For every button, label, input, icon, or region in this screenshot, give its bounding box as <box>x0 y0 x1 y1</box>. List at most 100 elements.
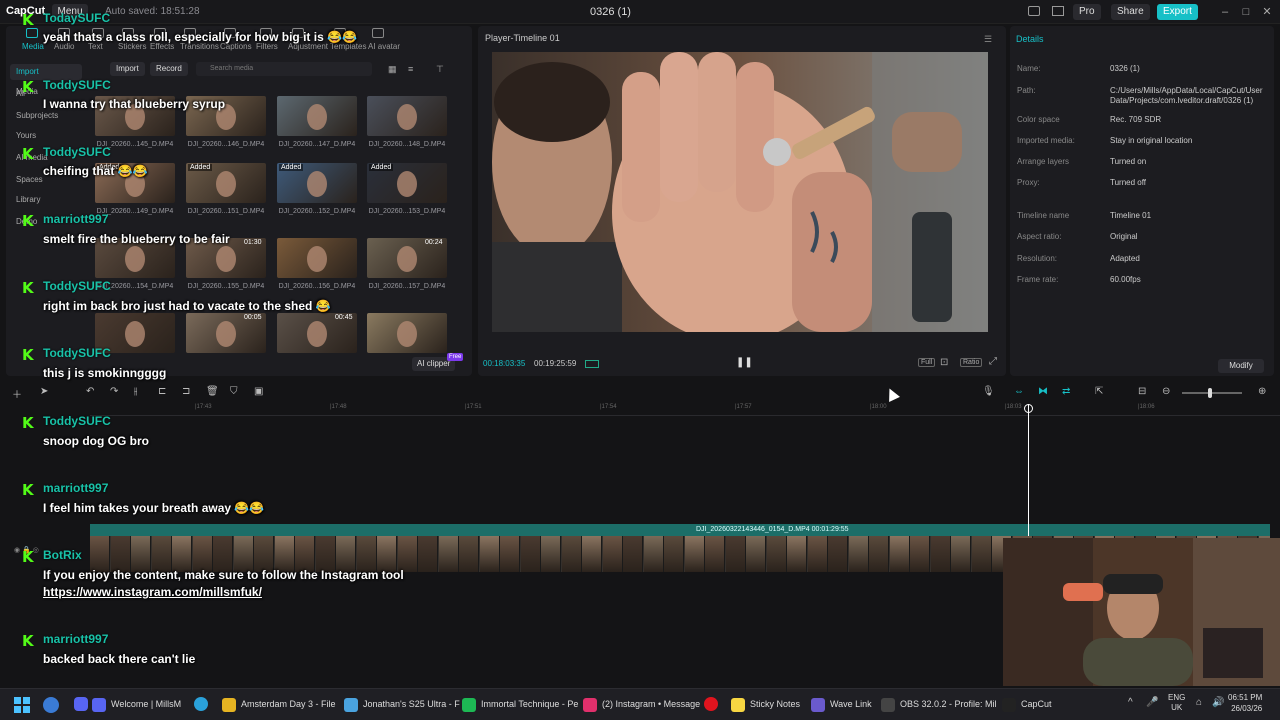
browser-icon[interactable] <box>43 697 59 713</box>
close-icon[interactable]: ✕ <box>1260 4 1274 20</box>
ratio-button[interactable]: Ratio <box>960 358 983 367</box>
redo-icon[interactable]: ↷ <box>110 386 118 397</box>
windows-start-icon[interactable] <box>14 697 30 713</box>
undo-icon[interactable]: ↶ <box>86 386 94 397</box>
ruler-tick: |18:06 <box>1138 404 1155 410</box>
maximize-icon[interactable]: □ <box>1239 4 1253 20</box>
pro-button[interactable]: Pro <box>1073 4 1101 20</box>
taskbar-app[interactable]: Sticky Notes <box>731 695 800 713</box>
crop-icon[interactable]: ▣ <box>254 386 263 397</box>
share-button[interactable]: Share <box>1111 4 1150 20</box>
telegram-icon[interactable] <box>194 697 208 711</box>
thumbnail-label: DJI_20260...151_D.MP4 <box>187 208 265 215</box>
chat-username[interactable]: ToddySUFC <box>43 145 111 159</box>
taskbar-app-label: OBS 32.0.2 - Profile: Mil <box>900 699 997 709</box>
chat-message: smelt fire the blueberry to be fair <box>43 232 230 246</box>
detail-label: Imported media: <box>1017 136 1075 145</box>
chat-username[interactable]: ToddySUFC <box>43 279 111 293</box>
zoom-slider-handle[interactable] <box>1208 388 1212 398</box>
app-icon <box>811 697 825 712</box>
taskbar-app[interactable]: Amsterdam Day 3 - File <box>222 695 336 713</box>
chat-link[interactable]: https://www.instagram.com/millsmfuk/ <box>43 585 262 599</box>
sort-icon[interactable]: ≡ <box>408 64 413 74</box>
microphone-icon[interactable]: 🎙 <box>982 386 995 397</box>
filter-icon[interactable]: ⊤ <box>436 64 444 75</box>
sidebar-item-library[interactable]: Library <box>10 192 82 208</box>
zoom-out-icon[interactable]: ⊖ <box>1162 386 1170 397</box>
fullscreen-label-button[interactable]: Full <box>918 358 936 367</box>
region-label: UK <box>1171 703 1183 712</box>
add-track-icon[interactable]: ＋ <box>12 386 22 401</box>
pause-icon[interactable]: ❚❚ <box>736 357 753 368</box>
chat-username[interactable]: TodaySUFC <box>43 11 110 25</box>
media-thumbnail[interactable]: Added <box>367 163 447 203</box>
language-indicator[interactable]: ENG UK <box>1168 693 1185 713</box>
minimize-icon[interactable]: – <box>1218 4 1232 20</box>
timeline-ruler[interactable] <box>90 404 1280 416</box>
shortcut-icon[interactable] <box>1052 6 1064 16</box>
layout-icon[interactable] <box>1028 6 1040 16</box>
link-icon[interactable]: ⇔ <box>1014 386 1024 397</box>
taskbar-app[interactable]: Wave Link <box>811 695 872 713</box>
chat-username[interactable]: marriott997 <box>43 632 108 646</box>
zoom-in-icon[interactable]: ⊕ <box>1258 386 1266 397</box>
shield-icon[interactable]: ⛉ <box>230 386 238 397</box>
tab-ai-avatar-icon[interactable] <box>372 28 384 38</box>
chat-username[interactable]: ToddySUFC <box>43 414 111 428</box>
split-right-icon[interactable]: ⊐ <box>182 386 190 397</box>
tab-media-icon[interactable] <box>26 28 38 38</box>
network-icon[interactable]: ⌂ <box>1196 697 1202 708</box>
media-thumbnail[interactable]: Added <box>277 163 357 203</box>
playhead[interactable] <box>1028 404 1029 536</box>
media-thumbnail[interactable] <box>277 96 357 136</box>
volume-icon[interactable]: 🔊 <box>1212 697 1224 708</box>
modify-button[interactable]: Modify <box>1218 359 1264 373</box>
chat-username[interactable]: marriott997 <box>43 212 108 226</box>
tray-chevron-icon[interactable]: ^ <box>1128 697 1133 708</box>
tab-ai-avatar[interactable]: AI avatar <box>368 42 400 51</box>
video-preview[interactable] <box>492 52 988 332</box>
clip-frame <box>541 536 561 572</box>
snapshot-icon[interactable]: ⊡ <box>940 357 948 368</box>
clip-frame <box>274 536 295 572</box>
clip-frame <box>479 536 500 572</box>
tab-media[interactable]: Media <box>22 42 44 51</box>
preview-axis-icon[interactable]: ⇱ <box>1095 386 1103 397</box>
import-button[interactable]: Import <box>110 62 145 76</box>
clip-header[interactable] <box>90 524 1270 536</box>
taskbar-app-label: Wave Link <box>830 699 872 709</box>
opera-icon[interactable] <box>704 697 718 711</box>
taskbar-app[interactable]: CapCut <box>1002 695 1052 713</box>
grid-view-icon[interactable]: ▦ <box>388 64 397 75</box>
split-left-icon[interactable]: ⊏ <box>158 386 166 397</box>
snap-icon[interactable]: ⇄ <box>1062 386 1070 397</box>
chat-username[interactable]: marriott997 <box>43 481 108 495</box>
playhead-handle[interactable] <box>1024 404 1033 413</box>
media-thumbnail[interactable] <box>367 96 447 136</box>
player-menu-icon[interactable]: ☰ <box>984 34 992 45</box>
clock[interactable]: 06:51 PM 26/03/26 <box>1228 692 1262 714</box>
expand-icon[interactable]: ⤢ <box>989 356 997 367</box>
split-icon[interactable]: ⫲ <box>134 386 137 397</box>
microphone-tray-icon[interactable]: 🎤 <box>1146 697 1158 708</box>
media-thumbnail[interactable]: Added <box>186 163 266 203</box>
chat-username[interactable]: ToddySUFC <box>43 346 111 360</box>
select-tool-icon[interactable]: ➤ <box>40 386 48 397</box>
chat-username[interactable]: BotRix <box>43 548 82 562</box>
taskbar-app[interactable]: (2) Instagram • Message <box>583 695 700 713</box>
taskbar-app[interactable]: Jonathan's S25 Ultra - F <box>344 695 460 713</box>
zoom-slider[interactable] <box>1182 392 1242 394</box>
fit-icon[interactable]: ⊟ <box>1138 386 1146 397</box>
magnet-icon[interactable]: ⧓ <box>1038 386 1048 397</box>
search-input[interactable]: Search media <box>196 62 372 76</box>
delete-icon[interactable]: 🗑 <box>206 386 219 397</box>
taskbar-app[interactable]: OBS 32.0.2 - Profile: Mil <box>881 695 997 713</box>
chat-username[interactable]: ToddySUFC <box>43 78 111 92</box>
taskbar-app[interactable]: Immortal Technique - Pe <box>462 695 578 713</box>
discord-icon[interactable] <box>74 697 88 711</box>
detail-value: 0326 (1) <box>1110 64 1140 73</box>
taskbar-app[interactable]: Welcome | MillsM <box>92 695 181 713</box>
export-button[interactable]: Export <box>1157 4 1198 20</box>
sidebar-item-yours[interactable]: Yours <box>10 128 82 144</box>
record-button[interactable]: Record <box>150 62 188 76</box>
